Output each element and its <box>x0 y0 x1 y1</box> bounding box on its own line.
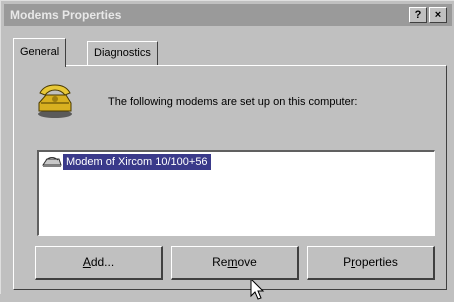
add-button[interactable]: Add... <box>35 246 163 280</box>
close-icon: × <box>434 9 442 21</box>
properties-button[interactable]: Properties <box>307 246 435 280</box>
remove-button-mnemonic: m <box>227 255 238 269</box>
remove-button-label-suffix: ove <box>237 255 257 269</box>
info-text: The following modems are set up on this … <box>108 96 358 108</box>
tab-diagnostics-label: Diagnostics <box>94 47 151 59</box>
list-item[interactable]: Modem of Xircom 10/100+56 <box>41 154 211 170</box>
modem-icon <box>42 157 62 167</box>
add-button-mnemonic: A <box>82 255 91 269</box>
title-bar[interactable]: Modems Properties <box>4 4 452 26</box>
telephone-modem-icon <box>38 84 72 118</box>
modem-name: Modem of Xircom 10/100+56 <box>63 154 211 170</box>
question-mark-icon: ? <box>414 9 422 21</box>
window-title: Modems Properties <box>10 8 122 22</box>
mouse-cursor-icon <box>250 278 265 300</box>
modem-list[interactable]: Modem of Xircom 10/100+56 <box>37 150 435 236</box>
tab-general-label: General <box>20 46 60 58</box>
tab-general[interactable]: General <box>13 38 67 67</box>
tab-diagnostics[interactable]: Diagnostics <box>87 41 158 65</box>
modems-properties-dialog: Modems Properties ? × General Diagnostic… <box>0 0 454 300</box>
general-tab-panel: The following modems are set up on this … <box>13 65 447 300</box>
help-button[interactable]: ? <box>409 7 427 23</box>
properties-button-label-suffix: operties <box>355 255 398 269</box>
close-button[interactable]: × <box>429 7 447 23</box>
remove-button-label-prefix: Re <box>212 255 228 269</box>
remove-button[interactable]: Remove <box>171 246 299 280</box>
add-button-label-suffix: dd... <box>90 255 115 269</box>
properties-button-label-prefix: P <box>343 255 352 269</box>
